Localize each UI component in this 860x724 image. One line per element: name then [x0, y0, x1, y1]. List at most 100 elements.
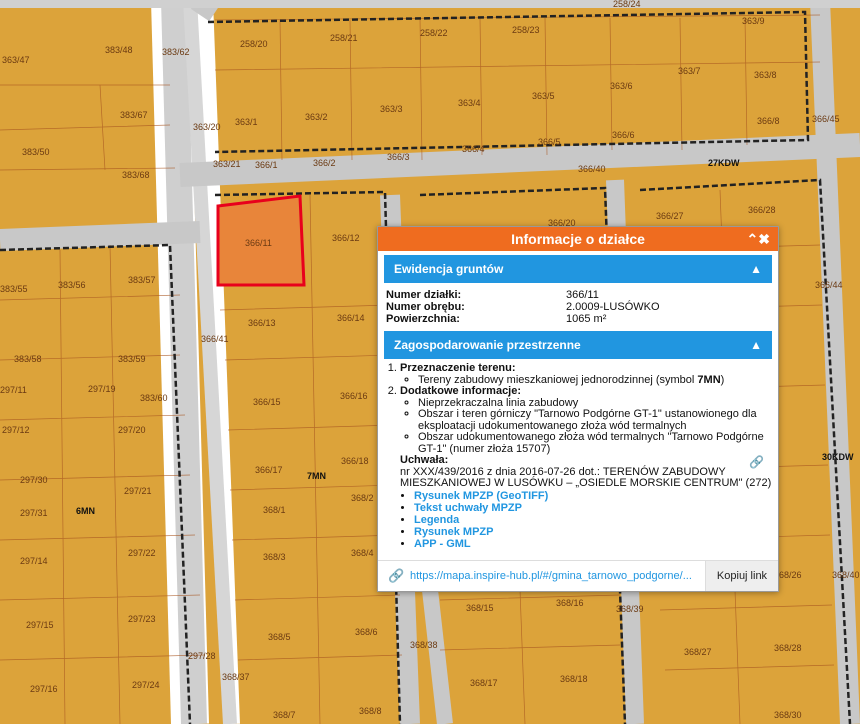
zone-label-7mn: 7MN: [307, 471, 326, 481]
ewidencja-table: Numer działki: 366/11 Numer obrębu: 2.00…: [386, 289, 660, 325]
list-item: Obszar udokumentowanego złoża wód termal…: [418, 431, 778, 455]
uchwala-block: Uchwała: 🔗 nr XXX/439/2016 z dnia 2016-0…: [400, 454, 778, 490]
parcel-label: 363/1: [235, 117, 258, 127]
link-legenda[interactable]: Legenda: [414, 514, 459, 526]
parcel-label: 363/9: [742, 16, 765, 26]
item-title: Dodatkowe informacje:: [400, 385, 522, 397]
item-text: Tereny zabudowy mieszkaniowej jednorodzi…: [418, 373, 698, 386]
parcel-label: 366/8: [757, 116, 780, 126]
parcel-label: 383/50: [22, 147, 50, 157]
section-ewidencja-header[interactable]: Ewidencja gruntów ▲: [384, 255, 772, 283]
parcel-info-popup: Informacje o działce ⌃✖ Ewidencja gruntó…: [377, 226, 779, 592]
uchwala-text: nr XXX/439/2016 z dnia 2016-07-26 dot.: …: [400, 465, 772, 489]
parcel-label: 363/5: [532, 91, 555, 101]
parcel-label: 297/16: [30, 684, 58, 694]
copy-link-button[interactable]: Kopiuj link: [705, 561, 778, 591]
link-rysunek-mpzp[interactable]: Rysunek MPZP: [414, 526, 493, 538]
parcel-label: 368/6: [355, 627, 378, 637]
parcel-label: 297/15: [26, 620, 54, 630]
parcel-label: 366/11: [245, 238, 272, 248]
parcel-label: 363/20: [193, 122, 221, 132]
parcel-label: 368/1: [263, 505, 286, 515]
list-item: Dodatkowe informacje: Nieprzekraczalna l…: [400, 385, 778, 455]
parcel-label: 297/22: [128, 548, 156, 558]
parcel-label: 297/20: [118, 425, 146, 435]
parcel-label: 383/67: [120, 110, 148, 120]
parcel-label: 366/1: [255, 160, 278, 170]
row-value: 366/11: [566, 289, 599, 301]
parcel-label: 368/7: [273, 710, 296, 720]
parcel-label: 258/22: [420, 28, 448, 38]
parcel-label: 366/45: [812, 114, 840, 124]
parcel-label: 366/18: [341, 456, 369, 466]
parcel-label: 366/6: [612, 130, 635, 140]
link-tekst-uchwaly[interactable]: Tekst uchwały MPZP: [414, 502, 522, 514]
parcel-label: 363/7: [678, 66, 701, 76]
link-rysunek-geotiff[interactable]: Rysunek MPZP (GeoTIFF): [414, 490, 548, 502]
parcel-label: 363/3: [380, 104, 403, 114]
list-item: Obszar i teren górniczy "Tarnowo Podgórn…: [418, 408, 778, 432]
road-area-north: [0, 0, 860, 8]
section-zagospodarowanie-header[interactable]: Zagospodarowanie przestrzenne ▲: [384, 331, 772, 359]
chevron-up-icon[interactable]: ▲: [750, 331, 762, 359]
uchwala-label: Uchwała:: [400, 454, 449, 466]
parcel-label: 368/18: [560, 674, 588, 684]
parcel-label: 297/12: [2, 425, 30, 435]
parcel-label: 366/2: [313, 158, 336, 168]
parcel-label: 368/27: [684, 647, 712, 657]
parcel-label: 363/4: [458, 98, 481, 108]
link-app-gml[interactable]: APP - GML: [414, 538, 471, 550]
item-title: Przeznaczenie terenu:: [400, 362, 516, 374]
parcel-label: 368/8: [359, 706, 382, 716]
parcel-label: 363/47: [2, 55, 30, 65]
zone-label-27kdw: 27KDW: [708, 158, 740, 168]
close-icon[interactable]: ✖: [758, 231, 770, 247]
chevron-up-icon[interactable]: ▲: [750, 255, 762, 283]
parcel-label: 366/3: [387, 152, 410, 162]
link-icon[interactable]: 🔗: [749, 456, 764, 469]
parcel-label: 297/11: [0, 385, 27, 395]
parcel-label: 368/4: [351, 548, 374, 558]
parcel-label: 383/48: [105, 45, 133, 55]
collapse-icon[interactable]: ⌃: [747, 231, 759, 247]
parcel-label: 366/40: [578, 164, 606, 174]
list-item: Przeznaczenie terenu: Tereny zabudowy mi…: [400, 362, 778, 386]
parcel-label: 366/14: [337, 313, 365, 323]
parcel-label: 297/14: [20, 556, 48, 566]
parcel-label: 383/58: [14, 354, 42, 364]
section-title: Zagospodarowanie przestrzenne: [394, 338, 581, 352]
zone-label-30kdw: 30KDW: [822, 452, 854, 462]
row-key: Powierzchnia:: [386, 313, 460, 325]
table-row: Powierzchnia: 1065 m²: [386, 313, 660, 325]
parcel-label: 366/12: [332, 233, 360, 243]
parcel-label: 368/3: [263, 552, 286, 562]
parcel-label: 366/28: [748, 205, 776, 215]
parcel-label: 366/16: [340, 391, 368, 401]
share-url[interactable]: https://mapa.inspire-hub.pl/#/gmina_tarn…: [410, 570, 700, 582]
parcel-label: 368/17: [470, 678, 498, 688]
parcel-label: 383/59: [118, 354, 146, 364]
parcel-label: 368/15: [466, 603, 494, 613]
parcel-label: 297/23: [128, 614, 156, 624]
item-text: ): [720, 373, 725, 386]
parcel-label: 297/24: [132, 680, 160, 690]
parcel-label: 297/19: [88, 384, 116, 394]
parcel-label: 258/20: [240, 39, 268, 49]
document-links: Rysunek MPZP (GeoTIFF) Tekst uchwały MPZ…: [378, 490, 778, 550]
parcel-label: 297/30: [20, 475, 48, 485]
parcel-label: 297/31: [20, 508, 48, 518]
parcel-label: 368/5: [268, 632, 291, 642]
parcel-label: 258/24: [613, 0, 641, 9]
parcel-label: 368/37: [222, 672, 250, 682]
parcel-label: 366/5: [538, 137, 561, 147]
parcel-label: 368/38: [410, 640, 438, 650]
link-icon: 🔗: [388, 568, 405, 583]
row-value: 1065 m²: [566, 313, 607, 325]
parcel-label: 383/57: [128, 275, 156, 285]
parcel-label: 368/28: [774, 643, 802, 653]
row-key: Numer obrębu:: [386, 301, 465, 313]
parcel-label: 366/15: [253, 397, 281, 407]
popup-controls[interactable]: ⌃✖: [747, 227, 770, 251]
parcel-label: 258/21: [330, 33, 358, 43]
parcel-label: 383/55: [0, 284, 28, 294]
